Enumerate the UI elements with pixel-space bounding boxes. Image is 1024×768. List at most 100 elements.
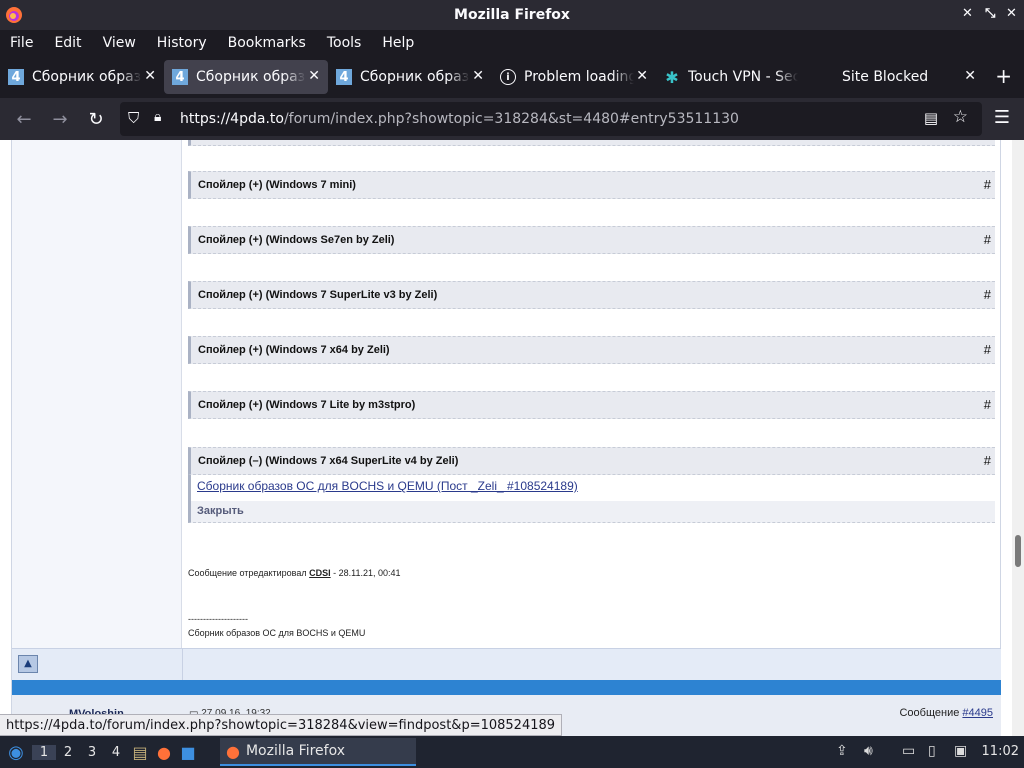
firefox-icon: ● [226,741,240,761]
tab-close-icon[interactable]: ✕ [144,68,156,84]
reload-icon[interactable]: ↻ [78,109,114,130]
shield-icon[interactable]: ⛉ [128,109,139,127]
clipboard-icon[interactable]: ▯ [928,743,936,759]
tab-close-icon[interactable]: ✕ [472,68,484,84]
tab-5[interactable]: ✱ Touch VPN - Secure [656,60,820,94]
workspace-4[interactable]: 4 [104,745,128,760]
taskbar-app-label: Mozilla Firefox [245,743,345,759]
post-border [1000,140,1001,648]
network-icon[interactable]: ▭ [902,743,915,759]
spoiler-anchor-link[interactable]: # [984,287,991,302]
taskbar: ◉ 1 2 3 4 ▤ ● ■ ● Mozilla Firefox ⇪ 🔊︎ ▭… [0,736,1024,768]
menu-tools[interactable]: Tools [317,35,373,51]
editor-user-link[interactable]: CDSI [309,568,331,578]
tab-3[interactable]: 4 Сборник образов ✕ [328,60,492,94]
maximize-icon[interactable]: ⤡ [985,6,995,21]
window-titlebar: Mozilla Firefox ✕ ⤡ ✕ [0,0,1024,30]
touchvpn-icon: ✱ [665,67,679,87]
window-title: Mozilla Firefox [454,7,570,23]
upload-icon[interactable]: ⇪ [836,743,848,759]
lock-icon[interactable]: 🔒︎ [154,109,161,125]
clock[interactable]: 11:02 [982,744,1019,759]
firefox-icon [6,7,22,23]
app-menu-icon[interactable]: ☰ [994,107,1010,128]
url-bar[interactable]: ⛉ 🔒︎ https://4pda.to/forum/index.php?sho… [120,102,982,136]
post-author-column [11,140,182,648]
spoiler-header[interactable]: Спойлер (+) (Windows 7 mini) # [188,171,995,199]
workspace-3[interactable]: 3 [80,745,104,760]
post-footer-row: ▲ [11,648,1001,681]
spoiler-anchor-link[interactable]: # [984,453,991,468]
page-scrollbar[interactable] [1012,140,1024,736]
taskbar-app-firefox[interactable]: ● Mozilla Firefox [220,738,416,766]
spoiler-anchor-link[interactable]: # [984,342,991,357]
4pda-icon: 4 [8,69,24,85]
spoiler-anchor-link[interactable]: # [984,232,991,247]
menu-view[interactable]: View [93,35,147,51]
tab-2[interactable]: 4 Сборник образов ✕ [164,60,328,94]
spoiler-title: Спойлер (+) (Windows 7 SuperLite v3 by Z… [198,289,438,301]
scrollbar-thumb[interactable] [1015,535,1021,567]
spoiler-title: Спойлер (+) (Windows 7 mini) [198,179,356,191]
forward-icon[interactable]: → [42,109,78,130]
menu-edit[interactable]: Edit [44,35,92,51]
info-icon: i [500,69,516,85]
menu-bookmarks[interactable]: Bookmarks [218,35,317,51]
firefox-launcher-icon[interactable]: ● [152,743,176,762]
spoiler-title: Спойлер (+) (Windows 7 Lite by m3stpro) [198,399,416,411]
tab-1[interactable]: 4 Сборник образов ✕ [0,60,164,94]
tab-close-icon[interactable]: ✕ [636,68,648,84]
spoiler-header[interactable]: Спойлер (+) (Windows 7 SuperLite v3 by Z… [188,281,995,309]
minimize-icon[interactable]: ✕ [962,6,973,21]
footer-divider [182,649,183,681]
post-message-number: Сообщение #4495 [899,707,993,719]
tab-bar: 4 Сборник образов ✕ 4 Сборник образов ✕ … [0,56,1024,98]
spoiler-header[interactable]: Спойлер (+) (Windows 7 Lite by m3stpro) … [188,391,995,419]
spoiler-close-button[interactable]: Закрыть [188,501,995,523]
bookmark-star-icon[interactable]: ☆ [953,107,968,127]
desktop-icon[interactable]: ■ [176,743,200,762]
spoiler-header-open[interactable]: Спойлер (–) (Windows 7 x64 SuperLite v4 … [188,447,995,475]
spoiler-header[interactable]: Спойлер (+) (Windows Se7en by Zeli) # [188,226,995,254]
workspace-2[interactable]: 2 [56,745,80,760]
4pda-icon: 4 [172,69,188,85]
post-separator-bar [11,680,1001,695]
workspace-1[interactable]: 1 [32,744,56,760]
spoiler-header[interactable]: Спойлер (+) (Windows 7 x64 by Zeli) # [188,336,995,364]
spoiler-anchor-link[interactable]: # [984,177,991,192]
spoiler-post-link[interactable]: Сборник образов ОС для BOCHS и QEMU (Пос… [197,479,578,493]
back-icon[interactable]: ← [6,109,42,130]
spoiler-anchor-link[interactable]: # [984,397,991,412]
close-icon[interactable]: ✕ [1006,6,1017,21]
url-text[interactable]: https://4pda.to/forum/index.php?showtopi… [180,111,739,127]
left-border [11,140,12,736]
tab-6[interactable]: Site Blocked ✕ [820,60,984,94]
file-manager-icon[interactable]: ▤ [128,743,152,762]
reader-view-icon[interactable]: ▤ [924,109,938,127]
spoiler-title: Спойлер (+) (Windows Se7en by Zeli) [198,234,395,246]
page-content: Спойлер (+) (Windows 7 mini) # Спойлер (… [0,140,1012,736]
edit-date: - 28.11.21, 00:41 [330,568,401,578]
notification-icon[interactable]: ▣ [954,743,967,759]
tab-close-icon[interactable]: ✕ [308,68,320,84]
edit-note-prefix: Сообщение отредактировал [188,568,307,578]
menu-help[interactable]: Help [372,35,425,51]
status-url-overlay: https://4pda.to/forum/index.php?showtopi… [0,714,563,736]
tab-close-icon[interactable]: ✕ [964,68,976,84]
tab-4[interactable]: i Problem loading page ✕ [492,60,656,94]
signature-link[interactable]: Сборник образов ОС для BOCHS и QEMU [188,628,365,638]
spoiler-title: Спойлер (+) (Windows 7 x64 by Zeli) [198,344,390,356]
menu-history[interactable]: History [147,35,218,51]
4pda-icon: 4 [336,69,352,85]
start-menu-icon[interactable]: ◉ [0,742,32,763]
volume-icon[interactable]: 🔊︎ [864,743,873,759]
navigation-bar: ← → ↻ ⛉ 🔒︎ https://4pda.to/forum/index.p… [0,98,1024,140]
post-number-link[interactable]: #4495 [962,707,993,719]
menu-file[interactable]: File [0,35,44,51]
signature-separator: -------------------- [188,614,248,624]
new-tab-icon[interactable]: + [995,64,1012,88]
menu-bar: File Edit View History Bookmarks Tools H… [0,30,1024,56]
edit-note: Сообщение отредактировал CDSI - 28.11.21… [188,568,401,578]
spoiler-header [188,140,995,146]
scroll-up-icon[interactable]: ▲ [18,655,38,673]
